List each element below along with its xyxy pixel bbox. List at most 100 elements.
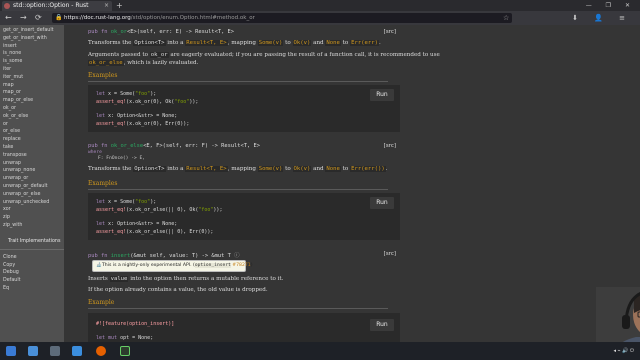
sidebar-item[interactable]: get_or_insert_with <box>0 35 64 43</box>
taskbar: ◂ ⌁ 🔊 ⏻ <box>0 342 640 360</box>
method-signature-ok-or-else: pub fn ok_or_else<E, F>(self, err: F) ->… <box>88 143 260 149</box>
code-example: #![feature(option_insert)] let mut opt =… <box>88 313 400 342</box>
src-link[interactable]: [src] <box>384 143 396 149</box>
new-tab-button[interactable]: + <box>116 0 123 11</box>
url-path: /std/option/enum.Option.html#method.ok_o… <box>130 15 255 21</box>
sidebar-item[interactable]: take <box>0 144 64 152</box>
code-line: let x: Option<&str> = None; <box>96 221 178 227</box>
method-name-link[interactable]: ok_or_else <box>111 143 143 149</box>
issue-link[interactable]: #78271 <box>232 263 250 268</box>
info-icon[interactable]: ⓘ <box>234 253 239 259</box>
sig-rest: <E>(self, err: E) -> Result<T, E> <box>126 29 235 35</box>
code-line: let mut opt = None; <box>96 335 154 341</box>
description: Transforms the Option<T> into a Result<T… <box>88 166 388 172</box>
sidebar-item[interactable]: zip_with <box>0 222 64 230</box>
browser-tab[interactable]: std::option::Option - Rust × <box>2 1 112 11</box>
sidebar-item[interactable]: unwrap <box>0 160 64 168</box>
description: Transforms the Option<T> into a Result<T… <box>88 40 381 46</box>
sidebar-item[interactable]: unwrap_none <box>0 167 64 175</box>
main-content: pub fn ok_or<E>(self, err: E) -> Result<… <box>64 25 640 342</box>
sidebar-item[interactable]: unwrap_or_default <box>0 183 64 191</box>
sidebar-item[interactable]: iter <box>0 66 64 74</box>
sidebar: get_or_insert_default get_or_insert_with i… <box>0 25 64 342</box>
where-clause: where <box>88 150 102 155</box>
sidebar-item[interactable]: xor <box>0 206 64 214</box>
method-signature-ok-or: pub fn ok_or<E>(self, err: E) -> Result<… <box>88 29 234 35</box>
sidebar-item[interactable]: replace <box>0 136 64 144</box>
description-2: If the option already contains a value, … <box>88 287 268 293</box>
tab-close-icon[interactable]: × <box>104 1 109 11</box>
sidebar-item[interactable]: ok_or_else <box>0 113 64 121</box>
src-link[interactable]: [src] <box>384 29 396 35</box>
tab-bar: std::option::Option - Rust × + — ❐ ✕ <box>0 0 640 11</box>
sidebar-item[interactable]: transpose <box>0 152 64 160</box>
sig-keyword: pub fn <box>88 143 111 149</box>
method-name-link[interactable]: insert <box>111 253 130 259</box>
toolbar-icons[interactable]: ⬇ 👤 ≡ <box>572 11 632 25</box>
sidebar-item[interactable]: unwrap_or_else <box>0 191 64 199</box>
sidebar-item[interactable]: iter_mut <box>0 74 64 82</box>
navigation-bar: ← → ⟳ 🔒 https://doc.rust-lang.org/std/op… <box>0 11 640 25</box>
address-bar[interactable]: 🔒 https://doc.rust-lang.org/std/option/e… <box>52 13 512 23</box>
sidebar-trait-item[interactable]: Debug <box>0 269 64 277</box>
sidebar-item[interactable]: zip <box>0 214 64 222</box>
code-line: assert_eq!(x.ok_or_else(|| 0), Ok("foo")… <box>96 207 223 213</box>
sidebar-item[interactable]: insert <box>0 43 64 51</box>
sidebar-trait-item[interactable]: Eq <box>0 285 64 293</box>
terminal-icon[interactable] <box>120 346 130 356</box>
url-host: https://doc.rust-lang.org <box>64 15 131 21</box>
tab-title: std::option::Option - Rust <box>13 2 89 9</box>
sig-rest: (&mut self, value: T) -> &mut T <box>130 253 231 259</box>
sidebar-trait-item[interactable]: Copy <box>0 262 64 270</box>
sidebar-item[interactable]: or <box>0 121 64 129</box>
sidebar-section-heading: Trait Implementations <box>0 238 64 250</box>
code-line: let x = Some("foo"); <box>96 91 157 97</box>
examples-heading: Examples <box>88 180 388 190</box>
code-line: #![feature(option_insert)] <box>96 321 175 327</box>
system-tray[interactable]: ◂ ⌁ 🔊 ⏻ <box>614 342 634 360</box>
sidebar-item[interactable]: or_else <box>0 128 64 136</box>
description: Inserts value into the option then retur… <box>88 276 284 282</box>
method-signature-insert: pub fn insert(&mut self, value: T) -> &m… <box>88 251 239 259</box>
app-launcher-icon[interactable] <box>28 346 38 356</box>
sidebar-item[interactable]: map <box>0 82 64 90</box>
code-example: let x = Some("foo"); assert_eq!(x.ok_or_… <box>88 193 400 240</box>
window-icon[interactable] <box>72 346 82 356</box>
microscope-icon: 🔬 <box>96 263 102 268</box>
src-link[interactable]: [src] <box>384 251 396 257</box>
sidebar-item[interactable]: unwrap_unchecked <box>0 199 64 207</box>
sidebar-item[interactable]: ok_or <box>0 105 64 113</box>
run-button[interactable]: Run <box>370 89 394 101</box>
code-line: assert_eq!(x.ok_or(0), Err(0)); <box>96 121 190 127</box>
sidebar-trait-item[interactable]: Default <box>0 277 64 285</box>
method-name-link[interactable]: ok_or <box>111 29 127 35</box>
start-menu-icon[interactable] <box>6 346 16 356</box>
firefox-icon[interactable] <box>96 346 106 356</box>
lock-icon: 🔒 <box>55 14 63 21</box>
sig-keyword: pub fn <box>88 253 111 259</box>
back-icon[interactable]: ← <box>5 11 12 25</box>
note-line-1: Arguments passed to ok_or are eagerly ev… <box>88 52 440 58</box>
sidebar-item[interactable]: is_some <box>0 58 64 66</box>
code-line: assert_eq!(x.ok_or_else(|| 0), Err(0)); <box>96 229 214 235</box>
examples-heading: Example <box>88 299 388 309</box>
sidebar-item[interactable]: is_none <box>0 50 64 58</box>
sig-rest: <E, F>(self, err: F) -> Result<T, E> <box>143 143 261 149</box>
where-bound: F: FnOnce() -> E, <box>98 156 146 161</box>
examples-heading: Examples <box>88 72 388 82</box>
file-manager-icon[interactable] <box>50 346 60 356</box>
sidebar-trait-item[interactable]: Clone <box>0 254 64 262</box>
bookmark-star-icon[interactable]: ☆ <box>503 13 509 23</box>
note-line-2: ok_or_else, which is lazily evaluated. <box>88 60 199 66</box>
run-button[interactable]: Run <box>370 197 394 209</box>
code-example: let x = Some("foo"); assert_eq!(x.ok_or(… <box>88 85 400 132</box>
sidebar-item[interactable]: get_or_insert_default <box>0 27 64 35</box>
reload-icon[interactable]: ⟳ <box>35 11 42 25</box>
forward-icon[interactable]: → <box>20 11 27 25</box>
window-controls[interactable]: — ❐ ✕ <box>586 0 636 11</box>
sidebar-item[interactable]: unwrap_or <box>0 175 64 183</box>
sidebar-item[interactable]: map_or_else <box>0 97 64 105</box>
run-button[interactable]: Run <box>370 319 394 331</box>
sidebar-item[interactable]: map_or <box>0 89 64 97</box>
sig-keyword: pub fn <box>88 29 111 35</box>
